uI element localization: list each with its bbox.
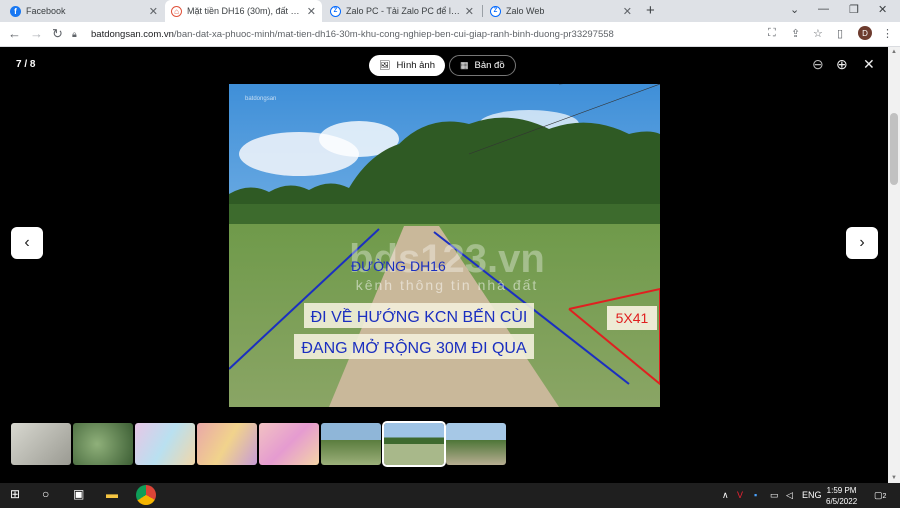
image-counter: 7 / 8 — [16, 59, 36, 70]
tab-search-icon[interactable]: ⌄ — [790, 3, 799, 16]
tab-title: Facebook — [26, 6, 66, 16]
thumbnail-3[interactable] — [135, 423, 195, 465]
forward-button[interactable]: → — [30, 26, 43, 41]
taskbar: ⊞ ○ ▣ ▬ ∧ V ▪ ▭ ◁ ENG 1:59 PM 6/5/2022 ▢… — [0, 483, 900, 508]
map-icon: ▦ — [460, 60, 469, 70]
minimize-button[interactable]: — — [818, 3, 829, 15]
thumbnail-6[interactable] — [321, 423, 381, 465]
notifications-icon[interactable]: ▢2 — [874, 490, 886, 501]
tab-listing[interactable]: ⌂ Mặt tiền DH16 (30m), đất khu cô ✕ — [165, 0, 322, 22]
tab-bar: f Facebook ✕ ⌂ Mặt tiền DH16 (30m), đất … — [0, 0, 900, 22]
chrome-icon[interactable] — [136, 485, 156, 505]
navigation-bar: ← → ↻ 🔒︎ batdongsan.com.vn/ban-dat-xa-ph… — [0, 22, 900, 47]
tab-title: Mặt tiền DH16 (30m), đất khu cô — [187, 6, 303, 16]
file-explorer-icon[interactable]: ▬ — [106, 487, 118, 501]
tab-zalo-pc[interactable]: Z Zalo PC - Tải Zalo PC để làm việc ✕ — [324, 0, 480, 22]
zoom-in-icon[interactable]: ⊕ — [836, 56, 848, 73]
expansion-text: ĐANG MỞ RỘNG 30M ĐI QUA — [301, 338, 527, 357]
scroll-down-icon[interactable]: ▼ — [891, 475, 897, 481]
close-tab-icon[interactable]: ✕ — [465, 5, 474, 18]
close-window-button[interactable]: ✕ — [878, 3, 887, 16]
vivaldi-tray-icon[interactable]: V — [737, 490, 743, 500]
tab-images-label: Hình ảnh — [396, 60, 435, 71]
menu-icon[interactable]: ⋮ — [882, 27, 893, 40]
zoom-out-icon[interactable]: ⊖ — [812, 56, 824, 73]
chevron-right-icon: › — [859, 234, 865, 251]
language-indicator[interactable]: ENG — [802, 490, 822, 500]
page-scrollbar[interactable]: ▲ ▼ — [888, 47, 900, 483]
batdongsan-icon: ⌂ — [171, 5, 182, 17]
bookmark-star-icon[interactable]: ☆ — [813, 27, 823, 40]
reload-button[interactable]: ↻ — [52, 26, 63, 42]
thumbnail-8[interactable] — [446, 423, 506, 465]
translate-icon[interactable]: ⛶ — [768, 27, 776, 40]
watermark-sub: kênh thông tin nhà đất — [356, 277, 539, 293]
tab-separator — [482, 5, 483, 17]
close-tab-icon[interactable]: ✕ — [307, 5, 316, 18]
thumbnail-2[interactable] — [73, 423, 133, 465]
close-tab-icon[interactable]: ✕ — [623, 5, 632, 18]
url-host: batdongsan.com.vn — [91, 29, 174, 40]
road-label: ĐƯỜNG DH16 — [351, 258, 446, 274]
clock-time: 1:59 PM — [826, 486, 857, 495]
zalo-tray-icon[interactable]: ▪ — [754, 490, 757, 500]
profile-avatar[interactable]: D — [858, 26, 872, 40]
previous-image-button[interactable]: ‹ — [11, 227, 43, 259]
image-icon: 🖼︎ — [379, 60, 391, 70]
windows-start-icon[interactable]: ⊞ — [10, 487, 20, 501]
corner-logo: batdongsan — [245, 96, 276, 102]
thumbnail-4[interactable] — [197, 423, 257, 465]
network-icon[interactable]: ▭ — [770, 490, 779, 501]
new-tab-button[interactable]: + — [646, 2, 655, 19]
tab-map-label: Bản đồ — [474, 60, 505, 71]
side-panel-icon[interactable]: ▯ — [837, 27, 843, 40]
restore-button[interactable]: ❐ — [849, 3, 859, 16]
scrollbar-thumb[interactable] — [890, 113, 898, 185]
thumbnail-5[interactable] — [259, 423, 319, 465]
show-hidden-icons[interactable]: ∧ — [722, 490, 729, 501]
close-viewer-icon[interactable]: ✕ — [863, 56, 875, 73]
search-icon[interactable]: ○ — [42, 487, 49, 501]
lot-size-text: 5X41 — [616, 310, 649, 326]
system-clock[interactable]: 1:59 PM 6/5/2022 — [826, 485, 857, 507]
listing-photo: bds123.vn kênh thông tin nhà đất batdong… — [229, 84, 660, 407]
chevron-left-icon: ‹ — [24, 234, 30, 251]
tab-images[interactable]: 🖼︎ Hình ảnh — [369, 55, 445, 76]
tab-title: Zalo Web — [506, 6, 545, 16]
address-bar[interactable]: 🔒︎ batdongsan.com.vn/ban-dat-xa-phuoc-mi… — [72, 25, 752, 44]
close-tab-icon[interactable]: ✕ — [149, 5, 158, 18]
task-view-icon[interactable]: ▣ — [73, 487, 84, 501]
thumbnail-1[interactable] — [11, 423, 71, 465]
zalo-icon: Z — [330, 5, 341, 17]
scroll-up-icon[interactable]: ▲ — [891, 49, 897, 55]
tab-zalo-web[interactable]: Z Zalo Web ✕ — [484, 0, 638, 22]
tab-facebook[interactable]: f Facebook ✕ — [4, 0, 164, 22]
back-button[interactable]: ← — [8, 26, 21, 41]
next-image-button[interactable]: › — [846, 227, 878, 259]
volume-icon[interactable]: ◁ — [786, 490, 793, 501]
lock-icon[interactable]: 🔒︎ — [72, 29, 82, 40]
share-icon[interactable]: ⇪ — [791, 27, 800, 40]
tab-title: Zalo PC - Tải Zalo PC để làm việc — [346, 6, 461, 16]
zalo-icon: Z — [490, 5, 501, 17]
facebook-icon: f — [10, 5, 21, 17]
direction-text: ĐI VỀ HƯỚNG KCN BẾN CÙI — [311, 307, 528, 326]
tab-map[interactable]: ▦ Bản đồ — [449, 55, 516, 76]
notification-count: 2 — [882, 493, 887, 500]
url-path: /ban-dat-xa-phuoc-minh/mat-tien-dh16-30m… — [173, 29, 614, 40]
clock-date: 6/5/2022 — [826, 497, 858, 506]
thumbnail-7[interactable] — [382, 421, 446, 467]
image-viewer: 7 / 8 🖼︎ Hình ảnh ▦ Bản đồ ⊖ ⊕ ✕ ‹ › bds… — [0, 47, 888, 483]
